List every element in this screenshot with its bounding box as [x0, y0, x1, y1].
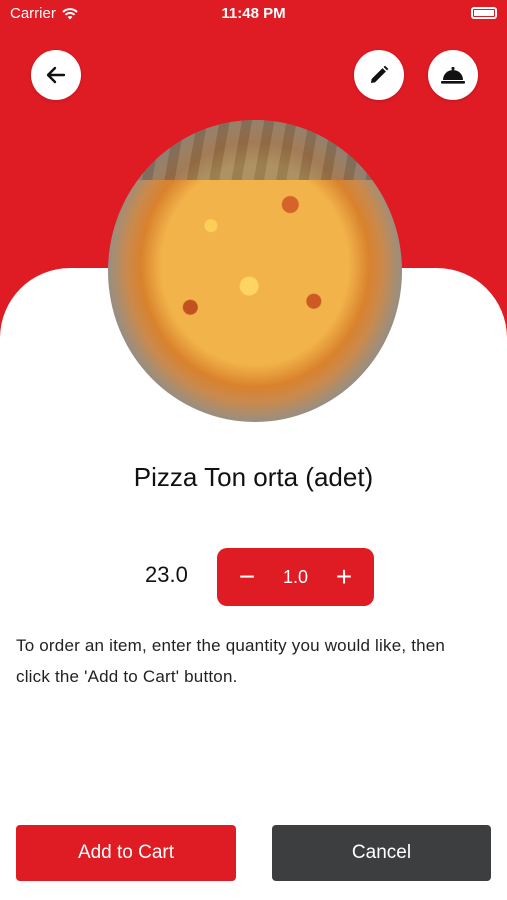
increment-button[interactable]: +: [332, 563, 356, 591]
add-to-cart-label: Add to Cart: [77, 842, 175, 863]
pencil-icon: [371, 65, 389, 83]
cloche-icon: [441, 67, 465, 84]
quantity-value: 1.0: [282, 566, 309, 587]
edit-button[interactable]: [354, 50, 404, 100]
arrow-left-icon: [46, 66, 66, 84]
battery-icon: [471, 7, 497, 19]
decrement-button[interactable]: −: [235, 563, 259, 591]
service-button[interactable]: [428, 50, 478, 100]
cancel-button[interactable]: Cancel: [272, 825, 491, 881]
back-button[interactable]: [31, 50, 81, 100]
product-image: [108, 120, 402, 422]
cancel-label: Cancel: [351, 842, 412, 863]
product-price: 23.0: [145, 562, 188, 587]
status-bar: Carrier 11:48 PM: [0, 0, 507, 28]
product-title: Pizza Ton orta (adet): [133, 462, 374, 492]
order-instructions: To order an item, enter the quantity you…: [16, 636, 446, 686]
quantity-stepper: − 1.0 +: [217, 548, 374, 606]
add-to-cart-button[interactable]: Add to Cart: [16, 825, 236, 881]
status-time: 11:48 PM: [221, 5, 286, 22]
